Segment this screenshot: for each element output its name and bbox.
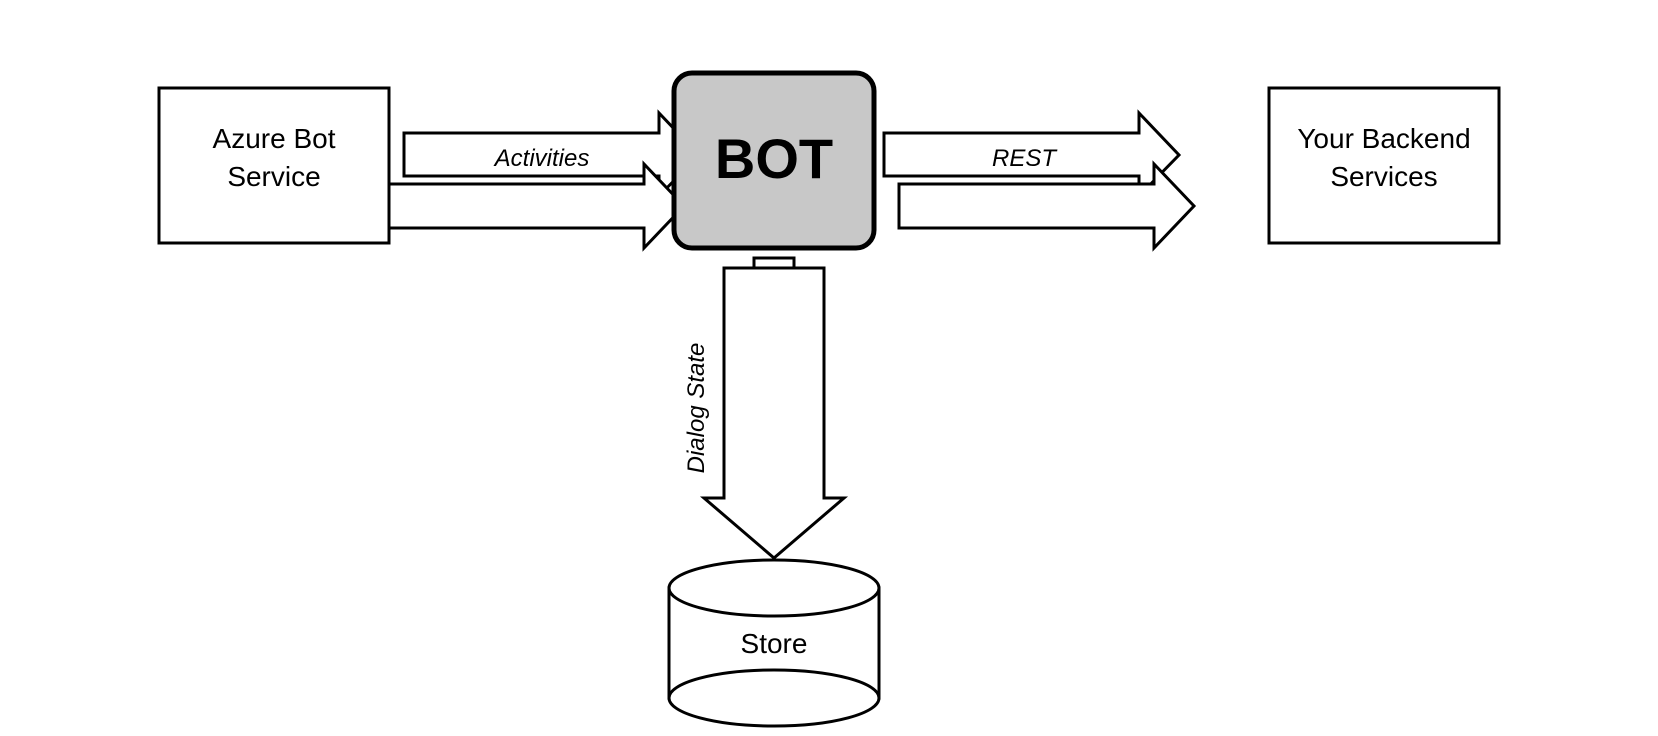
diagram-svg: Store Azure Bot Service BOT Your Backend… <box>129 28 1529 708</box>
bot-label: BOT <box>715 127 833 190</box>
azure-label-2: Service <box>227 161 320 192</box>
azure-label-1: Azure Bot <box>213 123 336 154</box>
activities-label: Activities <box>493 145 590 172</box>
rest-label: REST <box>992 145 1058 172</box>
backend-label-2: Services <box>1330 161 1437 192</box>
backend-label-1: Your Backend <box>1297 123 1470 154</box>
vertical-arrow-down <box>704 268 844 558</box>
dialog-state-label: Dialog State <box>683 343 710 474</box>
diagram-container: Store Azure Bot Service BOT Your Backend… <box>129 28 1529 708</box>
store-label: Store <box>741 628 808 659</box>
